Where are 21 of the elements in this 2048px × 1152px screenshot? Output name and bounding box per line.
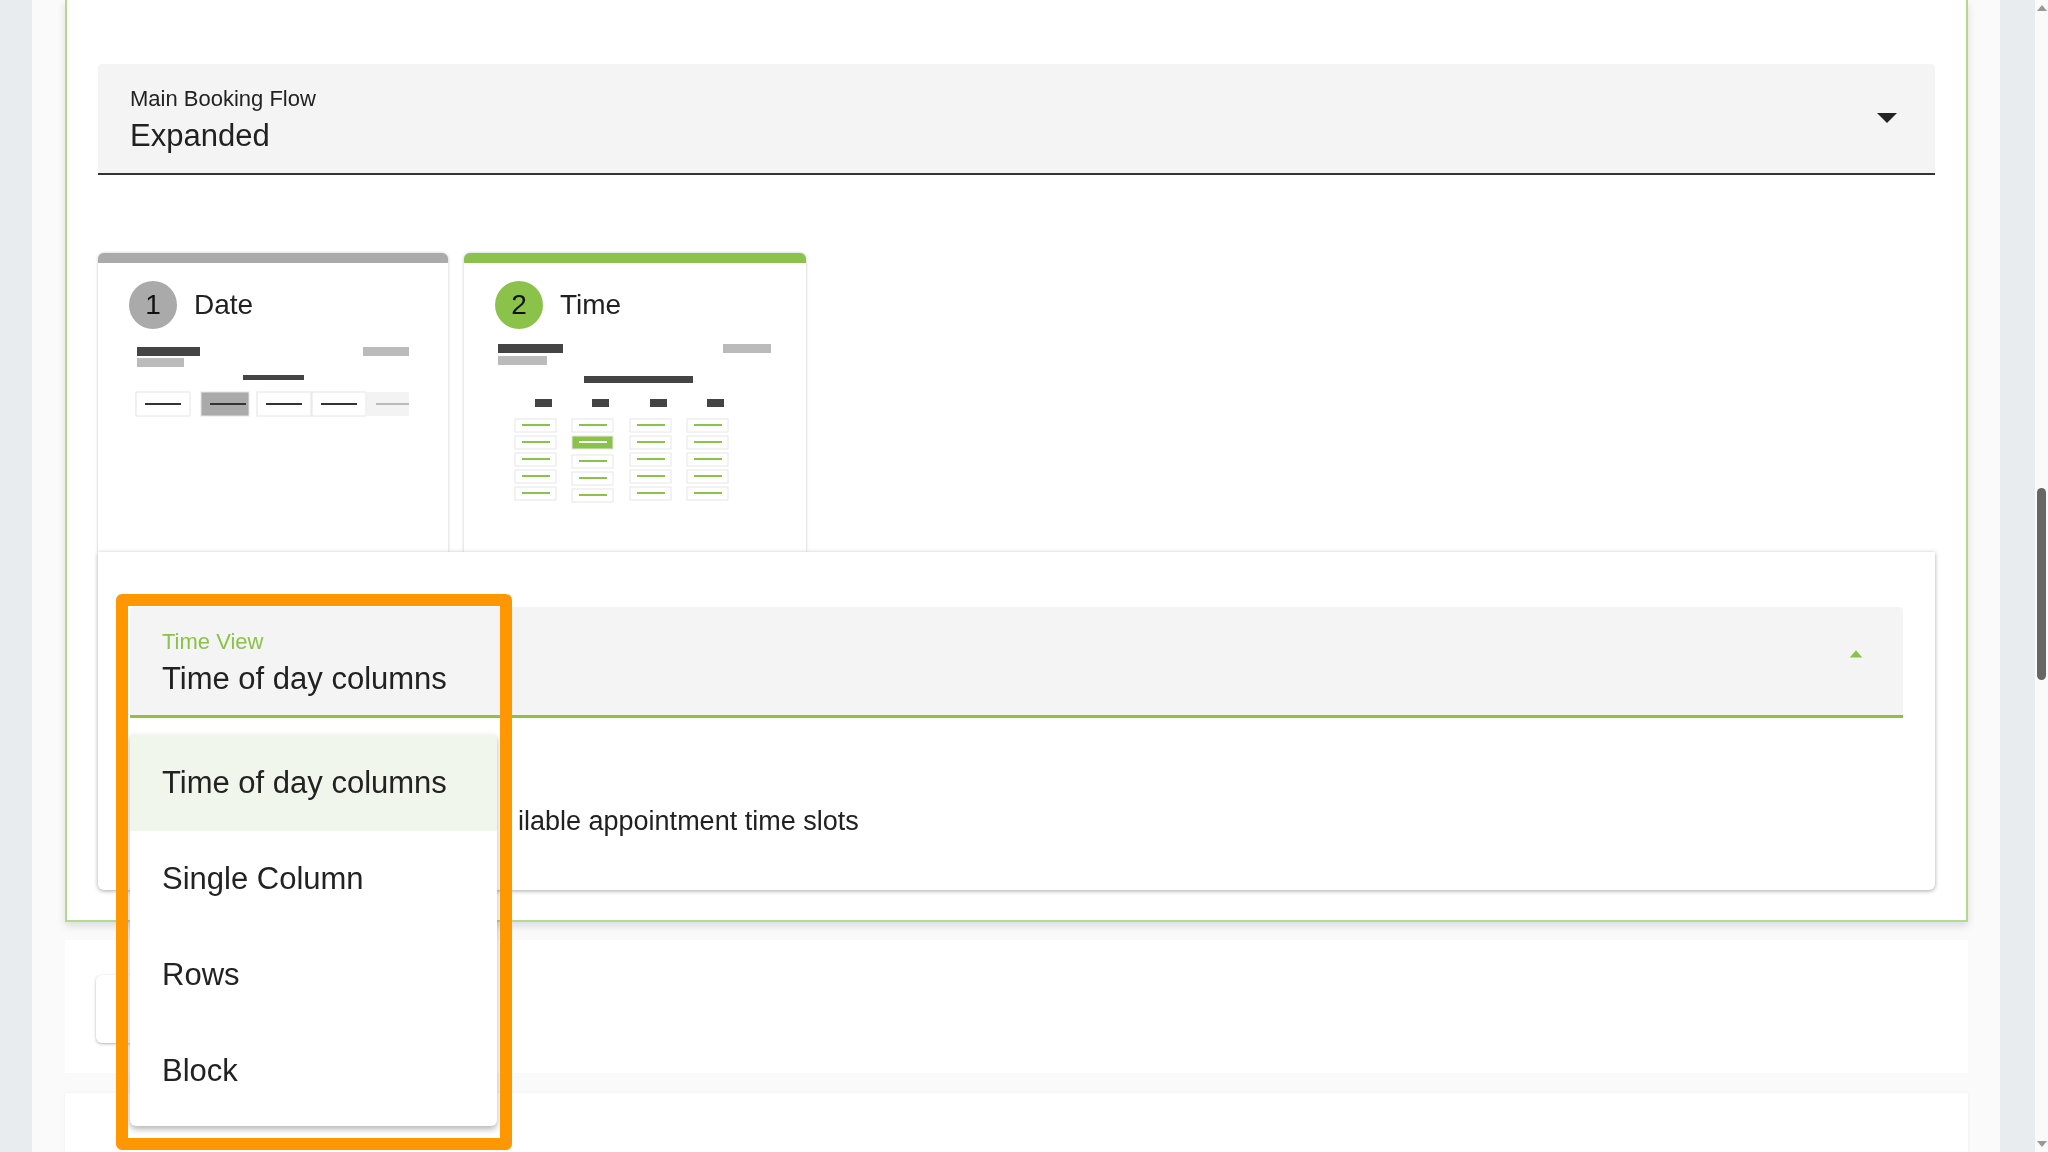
description-text: ilable appointment time slots <box>518 806 859 837</box>
field-label: Main Booking Flow <box>130 86 316 112</box>
caret-down-icon[interactable] <box>1877 112 1897 124</box>
menu-option[interactable]: Single Column <box>130 831 497 927</box>
select-field[interactable]: Time View Time of day columns <box>130 607 1903 718</box>
scroll-up-icon[interactable] <box>2036 4 2047 12</box>
step-number: 1 <box>129 281 177 329</box>
scroll-down-icon[interactable] <box>2036 1140 2047 1148</box>
menu-option[interactable]: Block <box>130 1023 497 1119</box>
menu-option[interactable]: Rows <box>130 927 497 1023</box>
step-card[interactable]: 1 Date <box>98 253 448 552</box>
field-label: Time View <box>162 629 264 655</box>
step-title: Date <box>194 289 254 321</box>
field-value: Time of day columns <box>162 661 447 697</box>
select-field[interactable]: Main Booking Flow Expanded <box>98 64 1935 175</box>
scrollbar-thumb[interactable] <box>2037 488 2046 680</box>
step-card[interactable]: 2 Time <box>464 253 806 552</box>
menu-option[interactable]: Time of day columns <box>130 735 497 831</box>
field-value: Expanded <box>130 118 270 154</box>
step-number: 2 <box>495 281 543 329</box>
step-title: Time <box>560 289 622 321</box>
